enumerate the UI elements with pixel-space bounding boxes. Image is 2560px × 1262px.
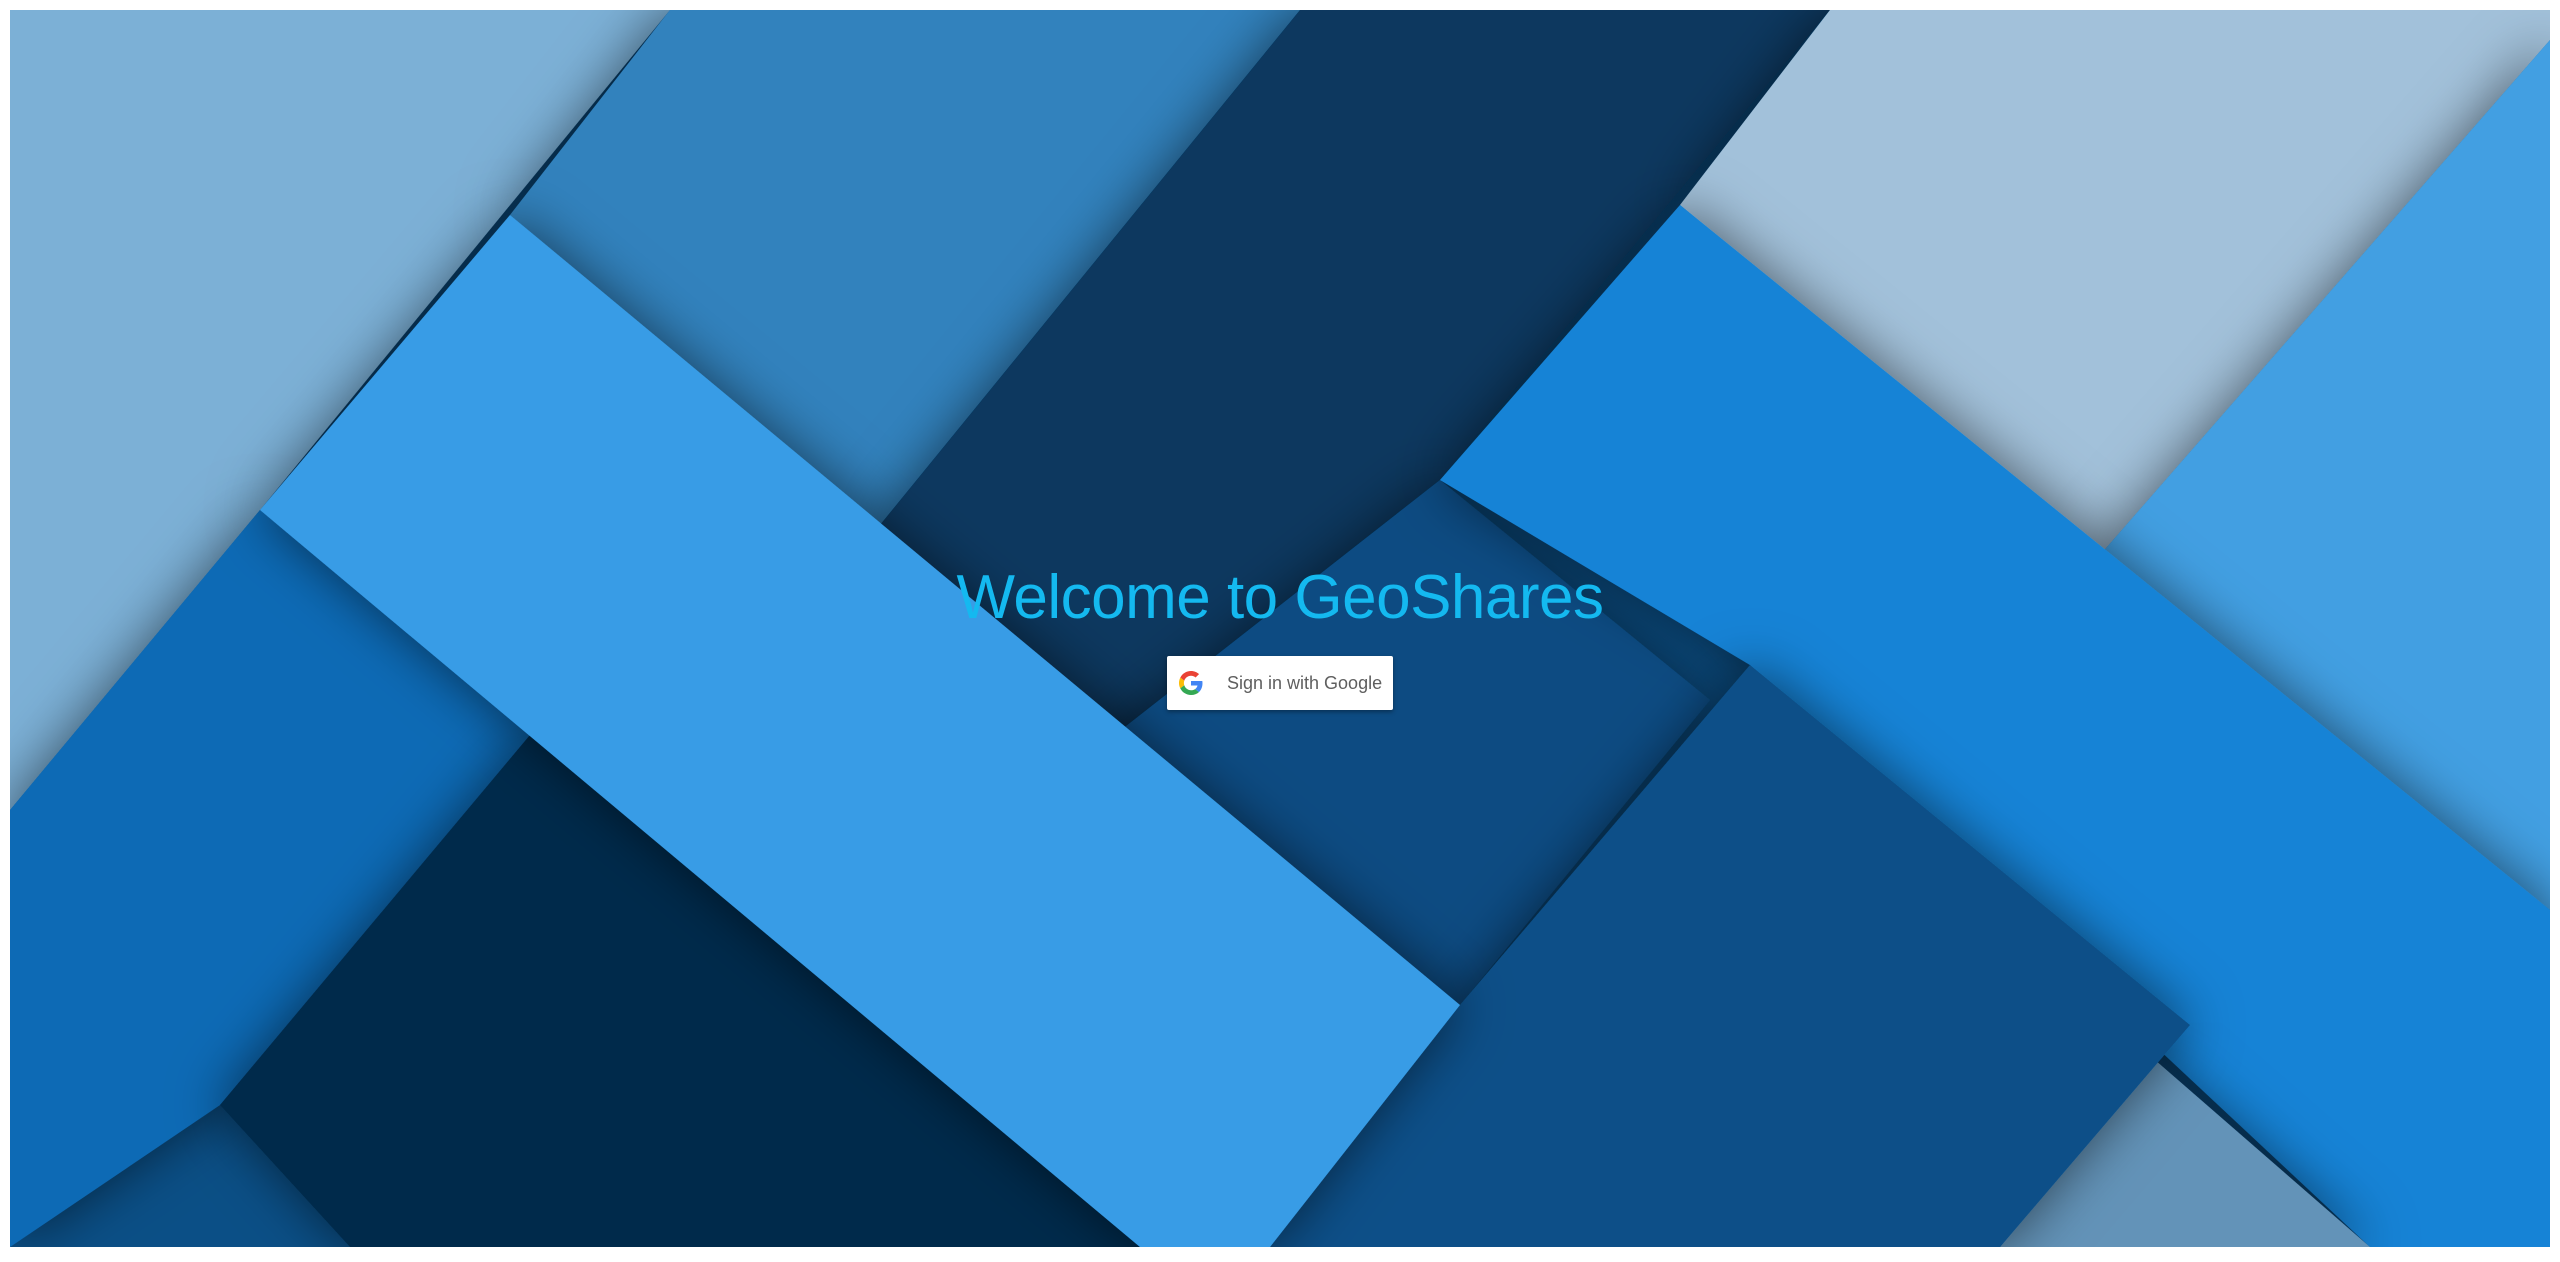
google-signin-label: Sign in with Google	[1227, 672, 1383, 693]
page-frame: Welcome to GeoShares Sign in with Google	[10, 10, 2550, 1247]
google-signin-button[interactable]: Sign in with Google	[1167, 656, 1393, 710]
page-title: Welcome to GeoShares	[956, 563, 1604, 632]
google-g-icon	[1179, 671, 1203, 695]
welcome-panel: Welcome to GeoShares Sign in with Google	[10, 558, 2550, 710]
